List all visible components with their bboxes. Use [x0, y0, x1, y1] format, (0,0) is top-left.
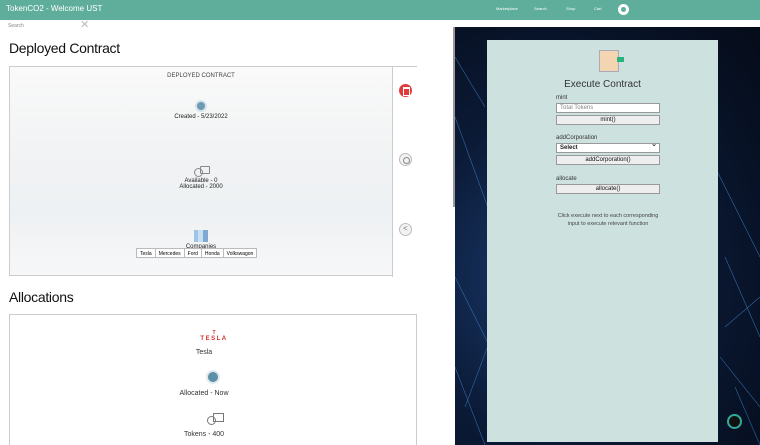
company-tag[interactable]: Tesla — [137, 249, 156, 257]
execute-contract-panel: Execute Contract mint Total Tokens mint(… — [487, 40, 718, 442]
allocation-date: Allocated - Now — [179, 390, 229, 397]
deployed-contract-card: DEPLOYED CONTRACT Created - 5/23/2022 Av… — [9, 66, 418, 277]
execute-title: Execute Contract — [564, 79, 641, 90]
nav-item-shop[interactable]: Shop — [566, 6, 575, 11]
contract-main: DEPLOYED CONTRACT Created - 5/23/2022 Av… — [10, 67, 392, 277]
close-icon[interactable]: ✕ — [80, 18, 89, 31]
nav-item-marketplace[interactable]: Marketplace — [496, 6, 518, 11]
allocate-button[interactable]: allocate() — [556, 184, 660, 194]
clock-icon — [206, 370, 220, 384]
buildings-icon — [194, 230, 208, 242]
company-tag[interactable]: Ford — [185, 249, 202, 257]
clock-icon — [195, 100, 207, 112]
tesla-logo: T TESLA — [200, 330, 228, 342]
deployed-contract-title: Deployed Contract — [9, 40, 120, 56]
coins-icon — [194, 166, 210, 177]
contract-header: DEPLOYED CONTRACT — [167, 73, 235, 79]
company-tag[interactable]: Honda — [202, 249, 224, 257]
mint-button[interactable]: mint() — [556, 115, 660, 125]
top-bar: TokenCO2 - Welcome UST Marketplace Searc… — [0, 0, 760, 20]
help-icon[interactable] — [727, 414, 742, 429]
company-tag[interactable]: Mercedes — [156, 249, 185, 257]
corporation-select[interactable]: Select — [556, 141, 660, 153]
delete-icon[interactable] — [399, 84, 412, 97]
nav-item-search[interactable]: Search — [534, 6, 547, 11]
user-icon[interactable] — [618, 4, 629, 15]
companies-list: Tesla Mercedes Ford Honda Volkswagon — [136, 248, 258, 258]
contract-icon — [599, 50, 624, 72]
search-input[interactable]: Search — [8, 23, 24, 29]
share-icon[interactable] — [399, 223, 412, 236]
mint-label: mint — [556, 95, 568, 101]
allocated-count: Allocated - 2000 — [179, 184, 223, 190]
created-date: Created - 5/23/2022 — [174, 114, 228, 120]
allocations-title: Allocations — [9, 289, 74, 305]
allocation-company: Tesla — [195, 349, 213, 356]
add-corporation-button[interactable]: addCorporation() — [556, 155, 660, 165]
coins-icon — [207, 413, 224, 425]
created-block: Created - 5/23/2022 — [10, 100, 392, 120]
tokens-block: Available - 0 Allocated - 2000 — [10, 166, 392, 190]
allocation-tokens: Tokens - 400 — [183, 431, 225, 438]
coins-action-icon[interactable] — [399, 153, 412, 166]
company-tag[interactable]: Volkswagon — [224, 249, 257, 257]
app-title: TokenCO2 - Welcome UST — [6, 4, 103, 13]
nav-item-cart[interactable]: Cart — [594, 6, 602, 11]
companies-block: Companies — [10, 230, 392, 250]
contract-actions — [392, 67, 418, 277]
execute-hint: Click execute next to each corresponding… — [557, 213, 659, 227]
mint-input[interactable]: Total Tokens — [556, 103, 660, 113]
allocate-label: allocate — [556, 176, 577, 182]
add-corporation-label: addCorporation — [556, 135, 598, 141]
